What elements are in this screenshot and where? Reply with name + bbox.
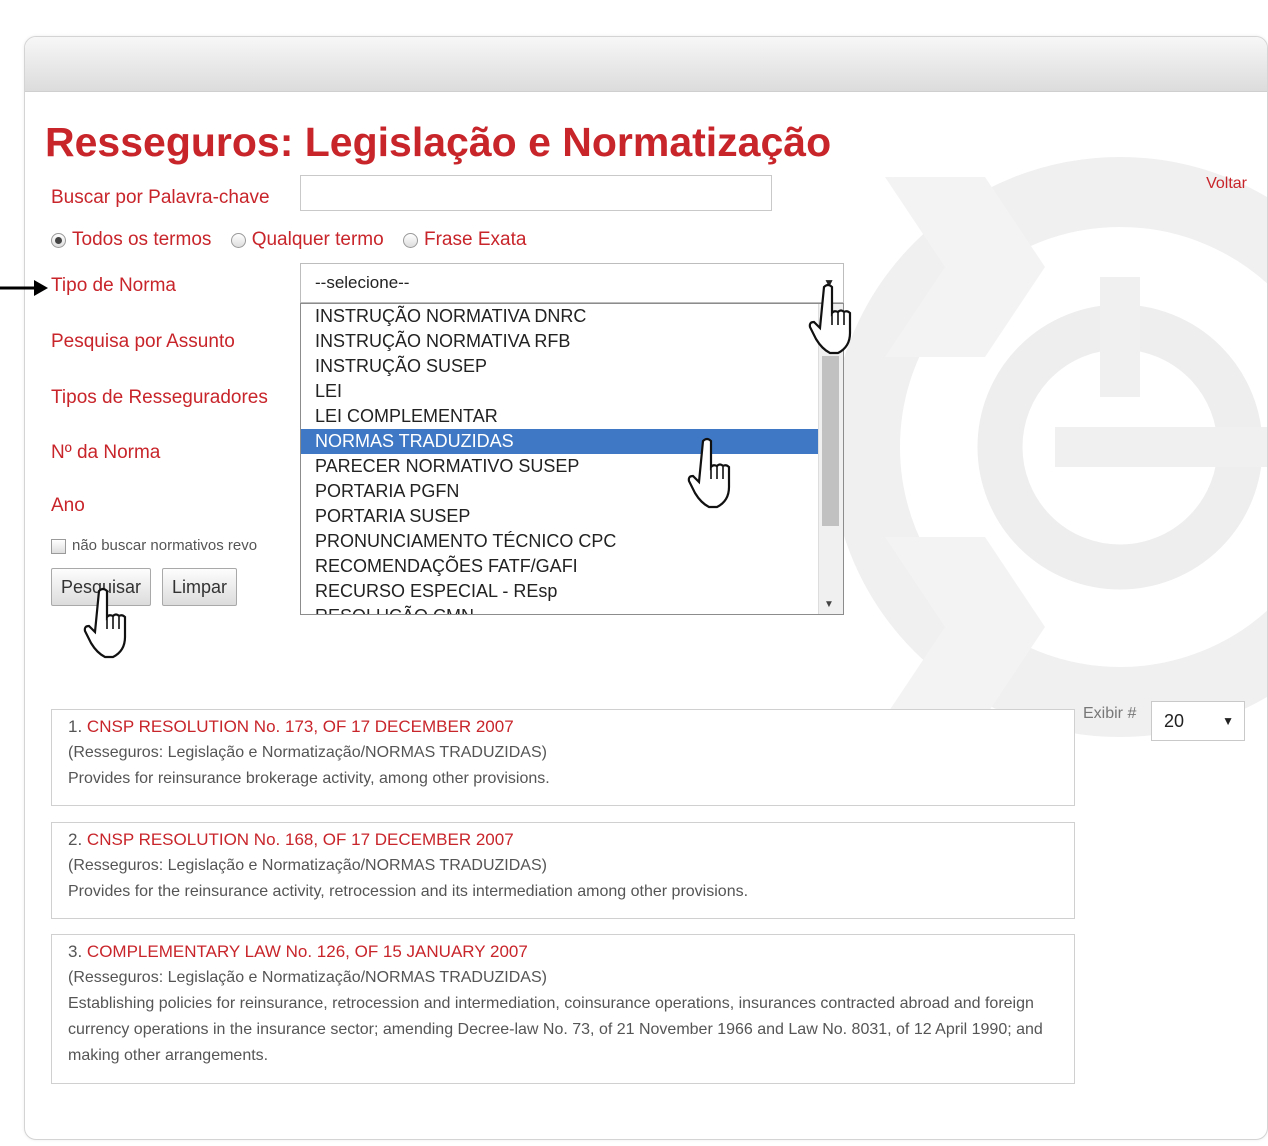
result-summary: Provides for the reinsurance activity, r…: [68, 883, 749, 900]
hand-pointer-icon: [687, 437, 731, 509]
hand-pointer-icon: [83, 587, 127, 659]
scroll-down-icon[interactable]: ▼: [824, 599, 834, 610]
clear-button[interactable]: Limpar: [162, 568, 238, 606]
year-label: Ano: [51, 495, 85, 516]
norma-type-selected-value: --selecione--: [315, 273, 410, 292]
hand-pointer-icon: [808, 283, 852, 355]
radio-any-term[interactable]: Qualquer termo: [230, 229, 384, 251]
scrollbar-thumb[interactable]: [822, 356, 839, 526]
chevron-down-icon[interactable]: ▼: [1222, 714, 1234, 728]
radio-exact-phrase[interactable]: Frase Exata: [402, 229, 527, 251]
result-item: 1. CNSP RESOLUTION No. 173, OF 17 DECEMB…: [51, 709, 1075, 806]
result-summary: Provides for reinsurance brokerage activ…: [68, 770, 550, 787]
dropdown-option[interactable]: RECOMENDAÇÕES FATF/GAFI: [301, 554, 843, 579]
main-panel: Resseguros: Legislação e Normatização Vo…: [24, 36, 1268, 1140]
page-title: Resseguros: Legislação e Normatização: [45, 119, 832, 165]
norma-type-dropdown-list[interactable]: INSTRUÇÃO NORMATIVA DNRC INSTRUÇÃO NORMA…: [300, 303, 844, 615]
radio-all-terms[interactable]: Todos os termos: [51, 229, 211, 251]
panel-header-bar: [25, 37, 1267, 92]
result-item: 2. CNSP RESOLUTION No. 168, OF 17 DECEMB…: [51, 822, 1075, 919]
dropdown-option-highlighted[interactable]: NORMAS TRADUZIDAS: [301, 429, 843, 454]
result-title[interactable]: 3. COMPLEMENTARY LAW No. 126, OF 15 JANU…: [68, 939, 1058, 965]
radio-exact-phrase-label: Frase Exata: [423, 229, 527, 250]
result-category: (Resseguros: Legislação e Normatização/N…: [68, 857, 547, 874]
dropdown-option[interactable]: LEI: [301, 379, 843, 404]
dropdown-option[interactable]: PARECER NORMATIVO SUSEP: [301, 454, 843, 479]
dropdown-option[interactable]: INSTRUÇÃO NORMATIVA DNRC: [301, 304, 843, 329]
keyword-label: Buscar por Palavra-chave: [51, 187, 270, 208]
norma-number-label: Nº da Norma: [51, 442, 161, 463]
result-title-link[interactable]: CNSP RESOLUTION No. 168, OF 17 DECEMBER …: [87, 830, 514, 849]
reinsurer-types-label: Tipos de Resseguradores: [51, 387, 268, 408]
result-item: 3. COMPLEMENTARY LAW No. 126, OF 15 JANU…: [51, 934, 1075, 1084]
radio-selected-icon[interactable]: [51, 232, 66, 248]
exclude-revoked-checkbox[interactable]: [51, 538, 66, 554]
radio-all-terms-label: Todos os termos: [72, 229, 212, 250]
result-category: (Resseguros: Legislação e Normatização/N…: [68, 744, 547, 761]
norma-type-select[interactable]: --selecione-- ▼: [300, 263, 844, 303]
result-title-link[interactable]: CNSP RESOLUTION No. 173, OF 17 DECEMBER …: [87, 717, 514, 736]
result-category: (Resseguros: Legislação e Normatização/N…: [68, 969, 547, 986]
result-title[interactable]: 2. CNSP RESOLUTION No. 168, OF 17 DECEMB…: [68, 827, 1058, 853]
show-count-select[interactable]: 20 ▼: [1151, 701, 1245, 741]
result-number: 3.: [68, 942, 83, 961]
radio-any-term-label: Qualquer termo: [251, 229, 384, 250]
result-summary: Establishing policies for reinsurance, r…: [68, 995, 1043, 1064]
show-count-value: 20: [1164, 711, 1185, 731]
result-title-link[interactable]: COMPLEMENTARY LAW No. 126, OF 15 JANUARY…: [87, 942, 528, 961]
dropdown-option[interactable]: RECURSO ESPECIAL - REsp: [301, 579, 843, 604]
dropdown-option[interactable]: RESOLUÇÃO CMN: [301, 604, 843, 614]
radio-unselected-icon[interactable]: [402, 232, 418, 248]
show-count-label: Exibir #: [1083, 705, 1137, 722]
keyword-input[interactable]: [300, 175, 772, 211]
search-mode-group: Todos os termos Qualquer termo Frase Exa…: [51, 229, 540, 254]
radio-unselected-icon[interactable]: [230, 232, 246, 248]
dropdown-option[interactable]: INSTRUÇÃO SUSEP: [301, 354, 843, 379]
back-link[interactable]: Voltar: [1206, 175, 1247, 193]
result-number: 1.: [68, 717, 83, 736]
exclude-revoked-row[interactable]: não buscar normativos revo: [51, 537, 257, 554]
subject-label: Pesquisa por Assunto: [51, 331, 235, 352]
arrow-right-icon: [0, 280, 48, 296]
dropdown-option[interactable]: PRONUNCIAMENTO TÉCNICO CPC: [301, 529, 843, 554]
result-number: 2.: [68, 830, 83, 849]
dropdown-option[interactable]: LEI COMPLEMENTAR: [301, 404, 843, 429]
dropdown-option[interactable]: PORTARIA PGFN: [301, 479, 843, 504]
dropdown-option[interactable]: PORTARIA SUSEP: [301, 504, 843, 529]
exclude-revoked-label: não buscar normativos revo: [72, 537, 258, 554]
watermark-logo-icon: [830, 157, 1267, 737]
dropdown-option[interactable]: INSTRUÇÃO NORMATIVA RFB: [301, 329, 843, 354]
result-title[interactable]: 1. CNSP RESOLUTION No. 173, OF 17 DECEMB…: [68, 714, 1058, 740]
norma-type-label: Tipo de Norma: [51, 275, 176, 296]
